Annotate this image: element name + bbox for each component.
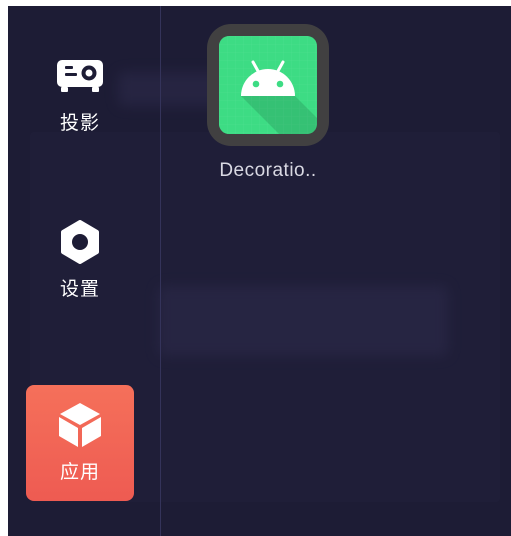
sidebar-item-settings[interactable]: 设置 xyxy=(26,202,134,318)
app-icon-frame xyxy=(207,24,329,146)
sidebar-item-projection[interactable]: 投影 xyxy=(26,36,134,152)
sidebar-item-label: 应用 xyxy=(59,460,100,483)
gear-icon xyxy=(54,219,106,264)
sidebar-divider xyxy=(160,6,161,536)
sidebar: 投影 设置 应用 xyxy=(8,6,160,536)
launcher-screen: 投影 设置 应用 Decoratio.. xyxy=(8,6,511,536)
app-tile[interactable]: Decoratio.. xyxy=(198,24,338,194)
projector-icon xyxy=(54,54,106,98)
sidebar-item-label: 投影 xyxy=(59,111,100,134)
sidebar-item-apps[interactable]: 应用 xyxy=(26,385,134,501)
background-blur xyxy=(158,286,448,356)
android-icon xyxy=(219,36,317,134)
app-label: Decoratio.. xyxy=(219,160,317,181)
sidebar-item-label: 设置 xyxy=(59,277,100,300)
cube-icon xyxy=(54,402,106,447)
